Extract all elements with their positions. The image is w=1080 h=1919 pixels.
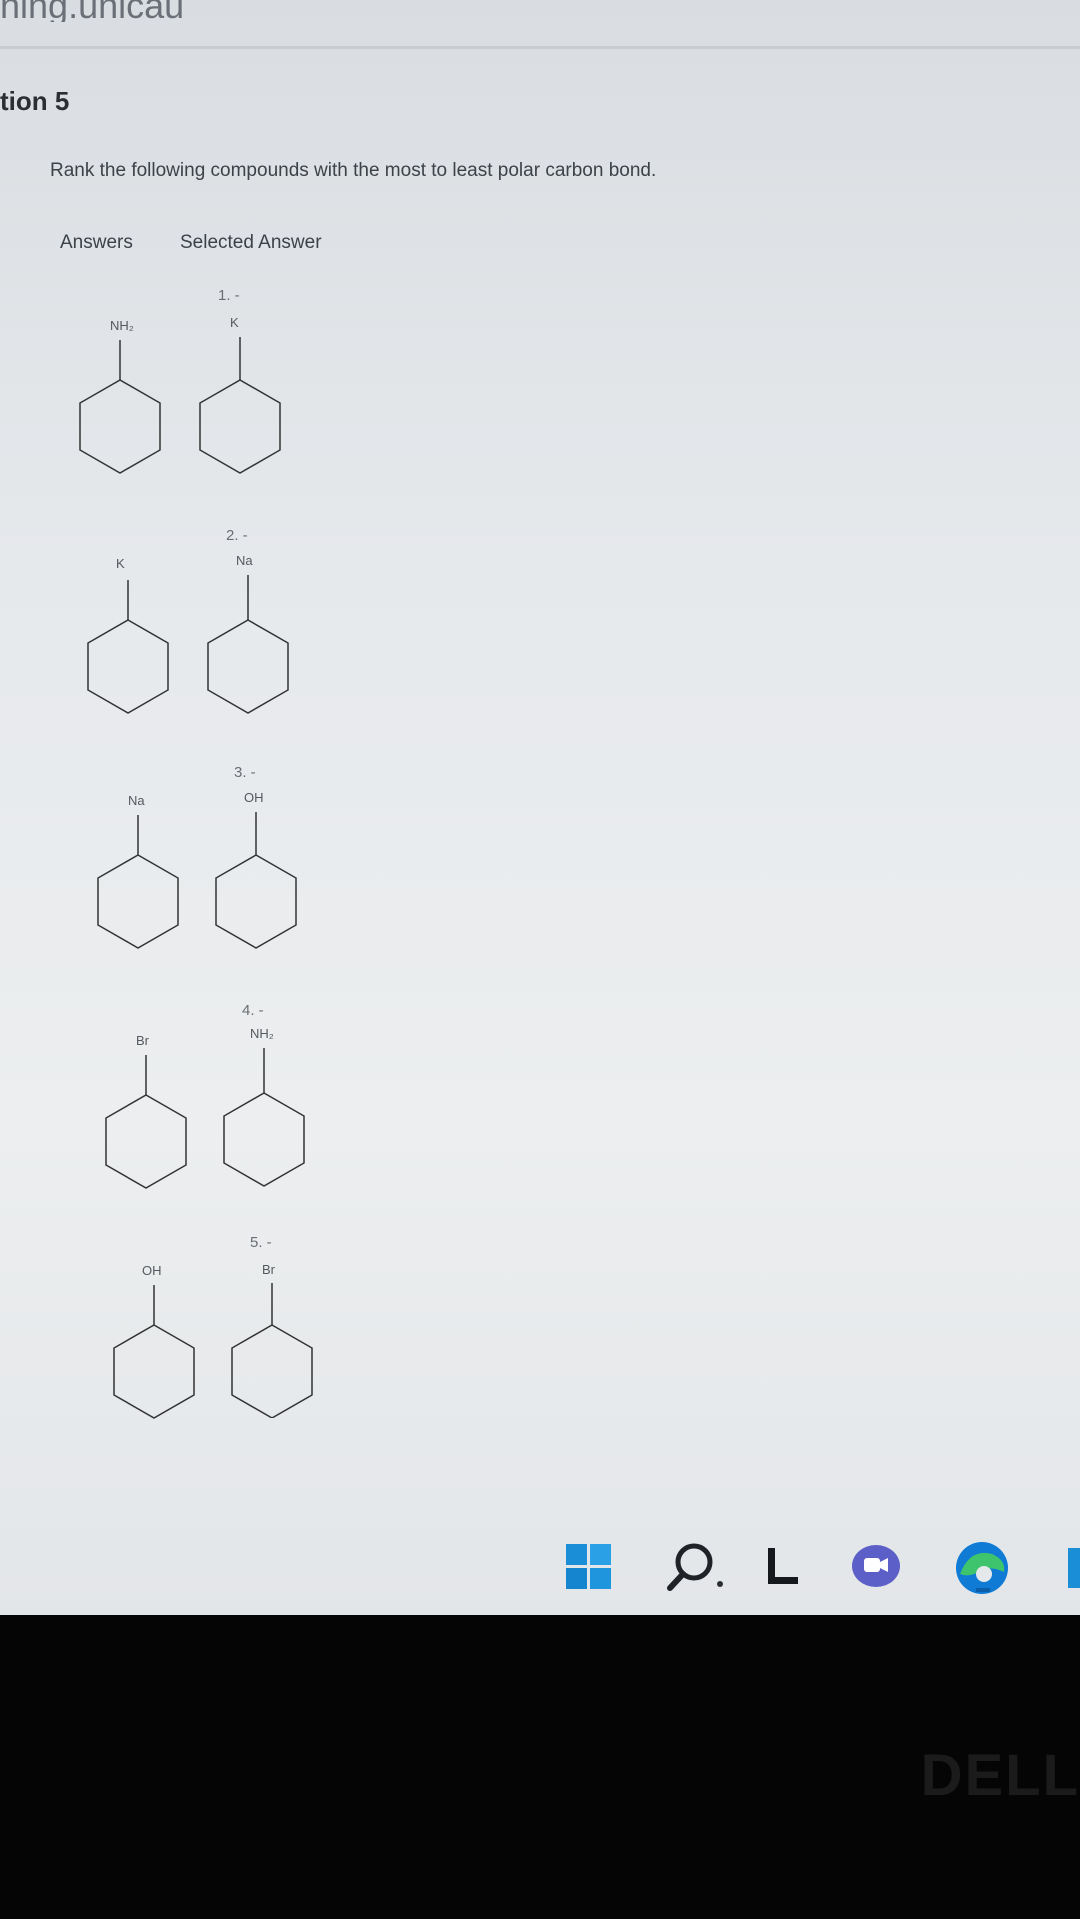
question-title: tion 5 (0, 86, 70, 116)
selected-answer-column-header: Selected Answer (180, 232, 322, 253)
selected-answer-2[interactable]: 2. - Na (198, 525, 318, 715)
cyclohexane-structure (199, 337, 281, 474)
selected-answer-3[interactable]: 3. - OH (206, 760, 326, 950)
answer-molecule-4[interactable]: Br (96, 1025, 216, 1215)
cyclohexane-structure (97, 815, 179, 949)
selected-answer-5[interactable]: 5. - Br (222, 1228, 342, 1418)
answer-molecule-3[interactable]: Na (88, 785, 208, 975)
answer-molecule-2[interactable]: K (78, 550, 198, 740)
cyclohexane-structure (79, 340, 161, 474)
cyclohexane-structure (105, 1055, 187, 1189)
selected-answer-1[interactable]: 1. - K (190, 285, 310, 475)
cyclohexane-structure (207, 575, 289, 714)
question-prompt: Rank the following compounds with the mo… (50, 160, 657, 181)
cyclohexane-structure (223, 1048, 305, 1187)
answers-column-header: Answers (60, 232, 133, 253)
edge-icon[interactable] (952, 1538, 1012, 1596)
taskbar (560, 1530, 1080, 1594)
screen: ning.unicau tion 5 Rank the following co… (0, 0, 1080, 1615)
cyclohexane-structure (231, 1283, 313, 1418)
taskbar-edge-icon-cutoff[interactable] (1068, 1548, 1080, 1588)
cyclohexane-structure (215, 812, 297, 949)
answer-molecule-5[interactable]: OH (104, 1255, 224, 1445)
windows-start-icon[interactable] (564, 1542, 614, 1592)
cyclohexane-structure (87, 580, 169, 714)
divider (0, 46, 1080, 49)
chat-icon[interactable] (850, 1542, 904, 1590)
search-icon[interactable] (664, 1540, 724, 1594)
monitor-bezel (0, 1615, 1080, 1919)
cyclohexane-structure (113, 1285, 195, 1419)
answer-molecule-1[interactable]: NH₂ (70, 310, 190, 500)
monitor-brand-logo: DELL (920, 1743, 1080, 1808)
selected-answer-4[interactable]: 4. - NH₂ (214, 998, 334, 1188)
task-view-icon[interactable] (764, 1544, 804, 1588)
browser-url-fragment: ning.unicau (0, 0, 185, 22)
